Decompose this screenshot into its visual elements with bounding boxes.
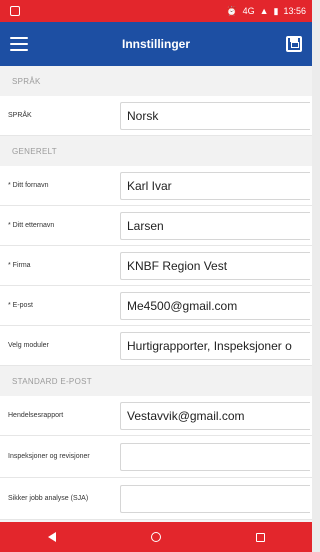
row-language: SPRÅK Norsk — [0, 96, 312, 136]
menu-icon[interactable] — [10, 37, 28, 51]
home-icon[interactable] — [150, 532, 161, 542]
incident-report-label: Hendelsesrapport — [8, 411, 64, 419]
app-bar: Innstillinger — [0, 22, 312, 66]
company-field[interactable]: KNBF Region Vest — [120, 251, 310, 280]
last-name-label: * Ditt etternavn — [8, 221, 55, 229]
row-first-name: * Ditt fornavn Karl Ivar — [0, 166, 312, 206]
row-sja: Sikker jobb analyse (SJA) — [0, 478, 312, 520]
section-header-standard-email: STANDARD E-POST — [0, 366, 312, 396]
page-title: Innstillinger — [121, 37, 190, 51]
modules-label: Velg moduler — [8, 341, 49, 349]
network-type: 4G — [242, 5, 255, 16]
row-last-name: * Ditt etternavn Larsen — [0, 206, 312, 246]
inspections-label: Inspeksjoner og revisjoner — [8, 452, 90, 460]
battery-icon: ▮ — [273, 5, 279, 16]
back-icon[interactable] — [47, 532, 56, 542]
status-bar: ⏰ 4G ▲ ▮ 13:56 — [0, 0, 312, 22]
status-right: ⏰ 4G ▲ ▮ 13:56 — [226, 6, 306, 16]
last-name-field[interactable]: Larsen — [120, 211, 310, 240]
alarm-icon: ⏰ — [226, 5, 238, 16]
row-company: * Firma KNBF Region Vest — [0, 246, 312, 286]
row-modules: Velg moduler Hurtigrapporter, Inspeksjon… — [0, 326, 312, 366]
modules-field[interactable]: Hurtigrapporter, Inspeksjoner o — [120, 331, 310, 360]
section-header-general: GENERELT — [0, 136, 312, 166]
row-incident-report: Hendelsesrapport Vestavvik@gmail.com — [0, 396, 312, 436]
navigation-bar — [0, 522, 312, 552]
incident-report-field[interactable]: Vestavvik@gmail.com — [120, 401, 310, 430]
sja-field[interactable] — [120, 484, 310, 513]
email-field[interactable]: Me4500@gmail.com — [120, 291, 310, 320]
email-label: * E-post — [8, 301, 33, 309]
row-email: * E-post Me4500@gmail.com — [0, 286, 312, 326]
first-name-label: * Ditt fornavn — [8, 181, 49, 189]
language-field[interactable]: Norsk — [120, 101, 310, 130]
company-label: * Firma — [8, 261, 31, 269]
language-label: SPRÅK — [8, 111, 32, 119]
save-icon[interactable] — [286, 36, 302, 52]
section-header-language: SPRÅK — [0, 66, 312, 96]
first-name-field[interactable]: Karl Ivar — [120, 171, 310, 200]
recent-apps-icon[interactable] — [255, 532, 265, 542]
inspections-field[interactable] — [120, 442, 310, 471]
sja-label: Sikker jobb analyse (SJA) — [8, 494, 89, 502]
signal-icon: ▲ — [259, 5, 269, 16]
notification-icon — [10, 6, 20, 16]
settings-content[interactable]: SPRÅK SPRÅK Norsk GENERELT * Ditt fornav… — [0, 66, 312, 522]
row-inspections: Inspeksjoner og revisjoner — [0, 436, 312, 478]
clock: 13:56 — [283, 6, 306, 16]
